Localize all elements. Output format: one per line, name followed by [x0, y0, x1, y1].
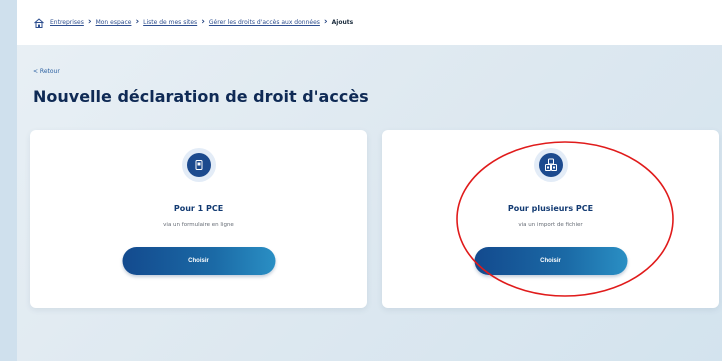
- card-single-pce: Pour 1 PCE via un formulaire en ligne Ch…: [30, 130, 367, 308]
- chevron-right-icon: ›: [135, 17, 140, 27]
- choose-single-pce-button[interactable]: Choisir: [122, 247, 275, 275]
- document-icon: [186, 153, 211, 177]
- chevron-right-icon: ›: [201, 17, 205, 27]
- breadcrumb-current: Ajouts: [331, 19, 354, 26]
- card-title: Pour plusieurs PCE: [507, 204, 594, 213]
- page-title: Nouvelle déclaration de droit d'accès: [33, 87, 369, 106]
- breadcrumb-link-liste-sites[interactable]: Liste de mes sites: [143, 19, 197, 26]
- chevron-right-icon: ›: [87, 17, 92, 27]
- breadcrumb-link-mon-espace[interactable]: Mon espace: [96, 19, 132, 26]
- breadcrumb-link-gerer-droits[interactable]: Gérer les droits d'accès aux données: [209, 19, 320, 26]
- choose-multiple-pce-button[interactable]: Choisir: [474, 247, 627, 275]
- page: Entreprises › Mon espace › Liste de mes …: [17, 0, 722, 361]
- breadcrumb: Entreprises › Mon espace › Liste de mes …: [17, 0, 722, 45]
- card-subtitle: via un import de fichier: [518, 222, 583, 228]
- multiple-documents-icon: [538, 153, 563, 177]
- card-icon-badge: [181, 148, 216, 182]
- card-icon-badge: [533, 148, 568, 182]
- back-link[interactable]: < Retour: [33, 68, 60, 75]
- card-title: Pour 1 PCE: [173, 204, 224, 213]
- chevron-right-icon: ›: [323, 17, 328, 27]
- breadcrumb-link-entreprises[interactable]: Entreprises: [50, 19, 84, 26]
- left-margin-strip: [0, 0, 17, 361]
- card-multiple-pce: Pour plusieurs PCE via un import de fich…: [382, 130, 719, 308]
- card-subtitle: via un formulaire en ligne: [163, 222, 234, 228]
- home-icon[interactable]: [33, 17, 45, 29]
